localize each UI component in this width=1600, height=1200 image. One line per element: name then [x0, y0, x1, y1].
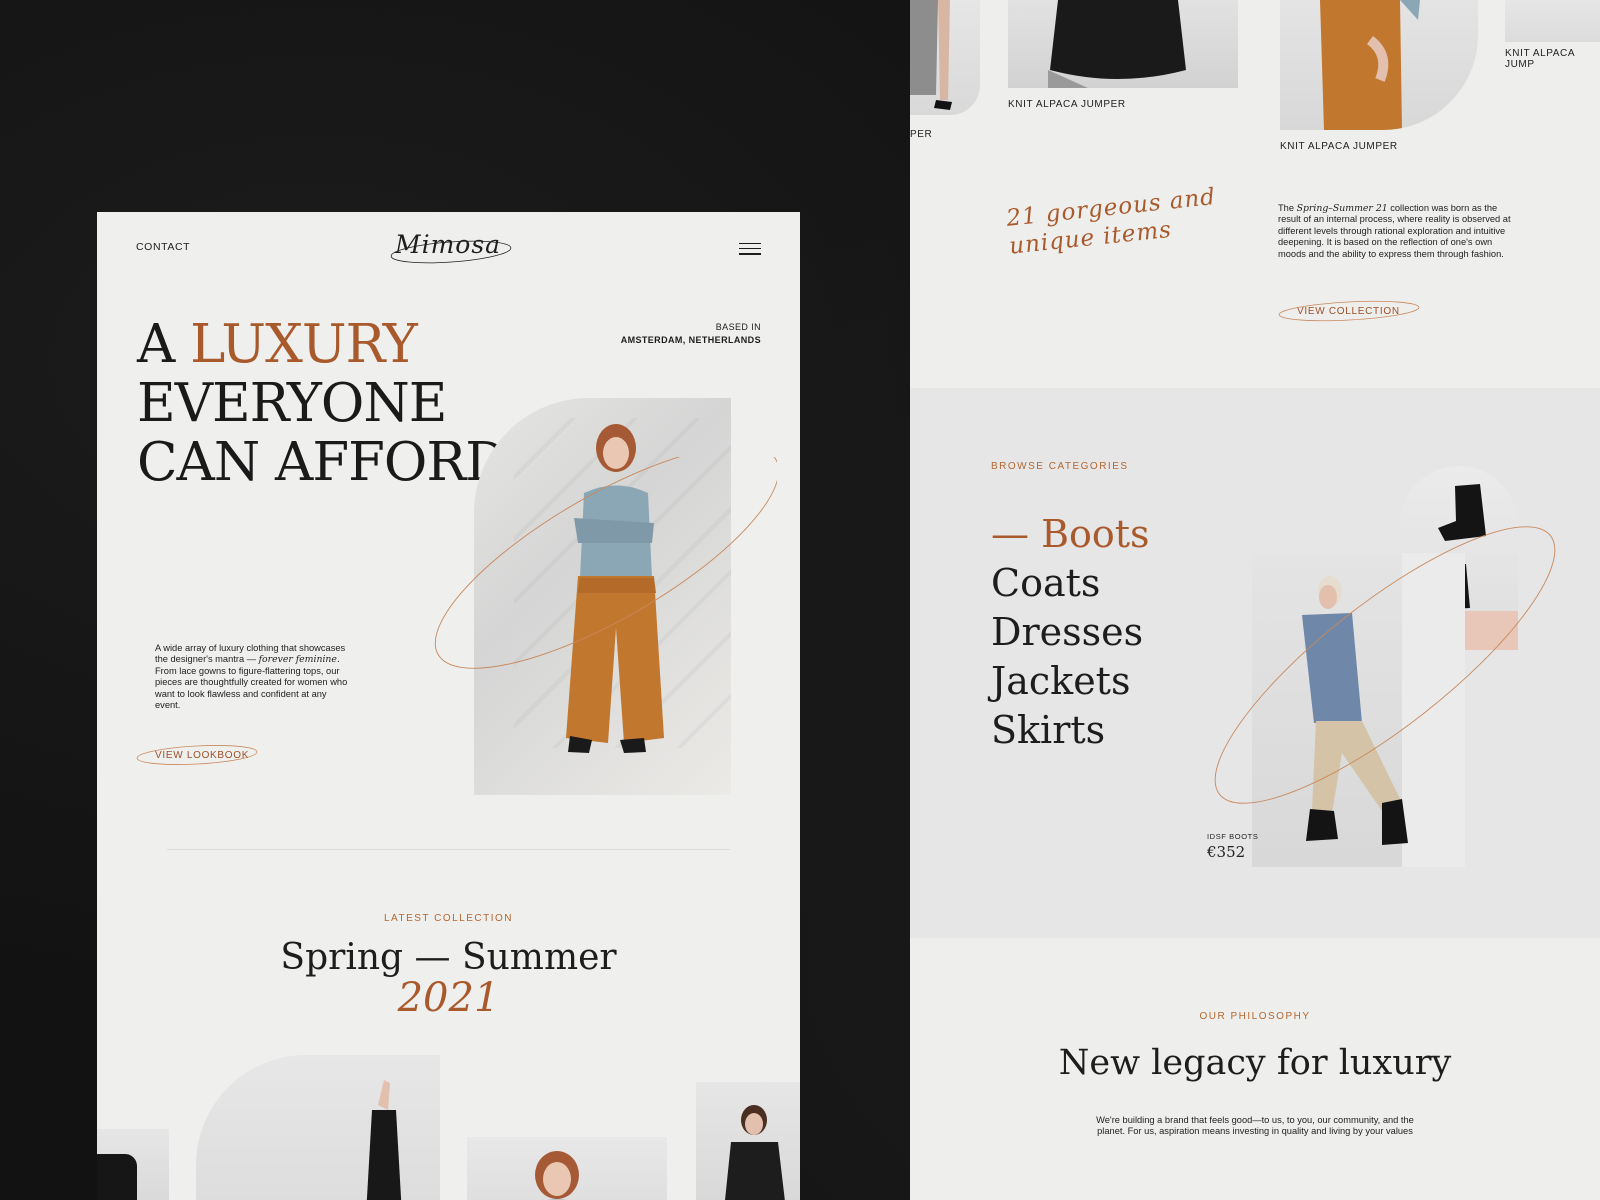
browse-categories-label: BROWSE CATEGORIES [991, 461, 1129, 472]
product-name: IDSF BOOTS [1207, 832, 1259, 841]
collection-desc-italic: Spring–Summer 21 [1296, 203, 1388, 214]
view-lookbook-button[interactable]: VIEW LOOKBOOK [136, 745, 258, 765]
landing-page-mockup: CONTACT Mimosa A LUXURY EVERYONE CAN AFF… [97, 212, 800, 1200]
button-oval-icon [136, 745, 258, 765]
category-jackets[interactable]: Jackets [991, 657, 1150, 706]
collection-thumb-2[interactable] [196, 1055, 440, 1200]
product-price: €352 [1207, 843, 1246, 861]
category-dresses[interactable]: Dresses [991, 608, 1150, 657]
product-photo-1[interactable] [910, 0, 980, 115]
knit-jumper-icon [1048, 0, 1186, 88]
mimosa-logo[interactable]: Mimosa [383, 228, 513, 268]
orange-trousers-icon [1320, 0, 1420, 130]
collection-page-mockup: PER KNIT ALPACA JUMPER KNIT ALPACA JUMPE… [910, 0, 1600, 1200]
collection-thumb-1[interactable] [97, 1129, 169, 1200]
hero-title-accent: LUXURY [190, 314, 418, 375]
categories-orbit-ellipse-icon [1214, 526, 1556, 804]
model-portrait-icon [535, 1151, 579, 1200]
collection-desc-a: The [1278, 203, 1297, 213]
collection-description: The Spring–Summer 21 collection was born… [1278, 203, 1516, 260]
hero-title-line1a: A [137, 314, 191, 375]
based-label: BASED IN [715, 322, 761, 332]
latest-collection-label: LATEST COLLECTION [383, 913, 514, 924]
collection-year: 2021 [397, 975, 500, 1021]
product-label-2: KNIT ALPACA JUMPER [1008, 99, 1126, 110]
logo-wordmark: Mimosa [395, 230, 502, 259]
category-coats[interactable]: Coats [991, 559, 1150, 608]
category-skirts[interactable]: Skirts [991, 706, 1150, 755]
collection-thumb-4[interactable] [696, 1082, 800, 1200]
section-divider [167, 849, 730, 850]
hero-desc-italic: forever feminine. [258, 654, 340, 666]
philosophy-title: New legacy for luxury [1058, 1043, 1452, 1083]
product-label-3: KNIT ALPACA JUMPER [1280, 141, 1398, 152]
category-list: — Boots Coats Dresses Jackets Skirts [991, 510, 1150, 755]
product-photo-2[interactable] [1008, 0, 1238, 88]
category-boots[interactable]: — Boots [991, 510, 1150, 559]
button-oval-icon [1278, 300, 1420, 322]
collection-thumb-3[interactable] [467, 1137, 667, 1200]
product-label-1: PER [910, 129, 933, 140]
product-label-4: KNIT ALPACA JUMP [1505, 48, 1575, 70]
hero-desc-part2: From lace gowns to figure-flattering top… [155, 665, 348, 711]
collection-title: Spring — Summer [280, 937, 617, 978]
contact-link[interactable]: CONTACT [136, 241, 190, 253]
location-info: BASED IN AMSTERDAM, NETHERLANDS [621, 321, 761, 347]
hamburger-menu-icon[interactable] [739, 243, 761, 259]
based-value: AMSTERDAM, NETHERLANDS [620, 335, 761, 345]
philosophy-description: We're building a brand that feels good—t… [1096, 1115, 1414, 1137]
our-philosophy-label: OUR PHILOSOPHY [1199, 1011, 1311, 1022]
hero-orbit-ellipse-icon [434, 457, 777, 669]
model-jacket-icon [725, 1105, 785, 1200]
hero-title-line2: EVERYONE [137, 373, 447, 434]
product-photo-4[interactable] [1505, 0, 1600, 42]
items-count-script: 21 gorgeous and unique items [1005, 183, 1220, 261]
raised-hand-figure-icon [366, 1080, 402, 1200]
view-collection-button[interactable]: VIEW COLLECTION [1278, 300, 1420, 322]
hero-description: A wide array of luxury clothing that sho… [155, 643, 353, 711]
legs-heels-icon [910, 0, 952, 110]
product-photo-3[interactable] [1280, 0, 1478, 130]
